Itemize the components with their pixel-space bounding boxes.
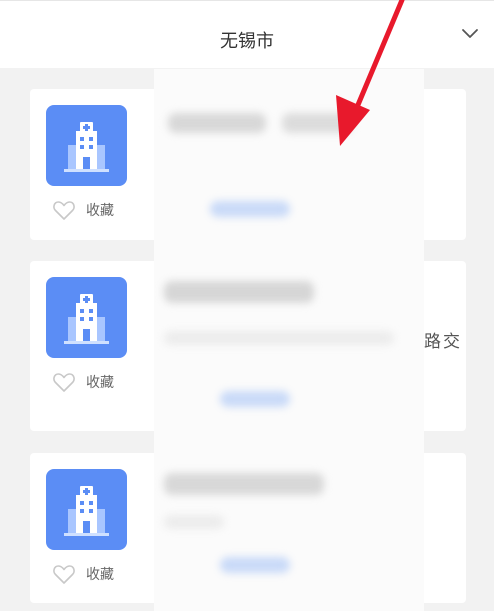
redacted-text [220, 391, 290, 407]
favorite-button[interactable]: 收藏 [52, 197, 114, 223]
favorite-button[interactable]: 收藏 [52, 369, 114, 395]
city-title: 无锡市 [220, 31, 274, 52]
redacted-text [164, 281, 314, 303]
redacted-text [282, 113, 352, 133]
redacted-content-area [154, 69, 424, 611]
hospital-building-icon [46, 105, 127, 186]
hospital-building-icon [46, 277, 127, 358]
heart-icon [53, 565, 75, 584]
redacted-text [164, 331, 394, 345]
redacted-text [164, 473, 324, 495]
redacted-text [168, 113, 266, 133]
city-selector-header[interactable]: 无锡市 [0, 0, 494, 68]
address-fragment: 路交 [424, 332, 462, 352]
favorite-label: 收藏 [86, 567, 114, 583]
heart-icon [53, 201, 75, 220]
favorite-label: 收藏 [86, 203, 114, 219]
redacted-text [220, 557, 290, 573]
redacted-text [210, 201, 290, 217]
redacted-text [164, 515, 224, 529]
heart-icon [53, 373, 75, 392]
favorite-button[interactable]: 收藏 [52, 561, 114, 587]
chevron-down-icon[interactable] [460, 23, 480, 43]
hospital-building-icon [46, 469, 127, 550]
favorite-label: 收藏 [86, 375, 114, 391]
